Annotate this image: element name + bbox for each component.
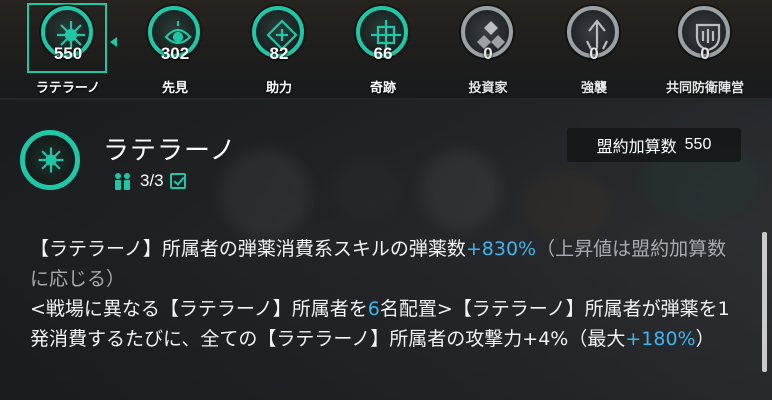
faction-tab-joint-defense[interactable]: 0 共同防衛陣営 xyxy=(659,6,751,96)
contract-label: 盟約加算数 xyxy=(596,137,677,156)
description-line-1: 【ラテラーノ】所属者の弾薬消費系スキルの弾薬数+830%（上昇値は盟約加算数に応… xyxy=(30,238,727,290)
faction-label: 共同防衛陣営 xyxy=(665,81,744,96)
faction-count: 82 xyxy=(269,44,289,63)
faction-label: 投資家 xyxy=(468,81,508,96)
highlight-value: 6 xyxy=(367,298,380,320)
highlight-value: +180% xyxy=(625,328,696,350)
faction-label: 助力 xyxy=(265,81,292,96)
member-fraction: 3/3 xyxy=(140,171,164,190)
faction-count: 302 xyxy=(160,44,190,63)
scrollbar[interactable] xyxy=(762,232,767,372)
faction-tab-assist[interactable]: 82 助力 xyxy=(233,6,325,96)
contract-value: 550 xyxy=(684,136,712,153)
faction-count: 0 xyxy=(483,44,493,63)
laterano-emblem-icon xyxy=(20,130,80,190)
faction-tab-miracle[interactable]: 66 奇跡 xyxy=(337,6,429,96)
faction-tab-laterano[interactable]: 550 ラテラーノ xyxy=(22,6,114,96)
faction-description: 【ラテラーノ】所属者の弾薬消費系スキルの弾薬数+830%（上昇値は盟約加算数に応… xyxy=(30,234,730,354)
description-line-2: <戦場に異なる【ラテラーノ】所属者を6名配置>【ラテラーノ】所属者が弾薬を1発消… xyxy=(30,298,730,350)
faction-label: 先見 xyxy=(161,81,188,96)
faction-count: 550 xyxy=(53,44,83,63)
contract-count-badge: 盟約加算数 550 xyxy=(567,128,741,162)
faction-tab-assault[interactable]: 0 強襲 xyxy=(548,6,640,96)
highlight-value: +830% xyxy=(465,238,537,260)
faction-label: 奇跡 xyxy=(369,81,396,96)
people-icon xyxy=(112,172,134,190)
faction-count: 66 xyxy=(373,44,393,63)
faction-label: 強襲 xyxy=(580,81,607,96)
faction-count: 0 xyxy=(700,44,710,63)
faction-tab-investor[interactable]: 0 投資家 xyxy=(442,6,534,96)
faction-name: ラテラーノ xyxy=(103,136,237,166)
faction-count: 0 xyxy=(589,44,599,63)
member-count: 3/3 xyxy=(112,170,186,192)
faction-label: ラテラーノ xyxy=(35,81,101,96)
checkbox-icon xyxy=(169,173,186,189)
faction-tab-foresight[interactable]: 302 先見 xyxy=(129,6,221,96)
